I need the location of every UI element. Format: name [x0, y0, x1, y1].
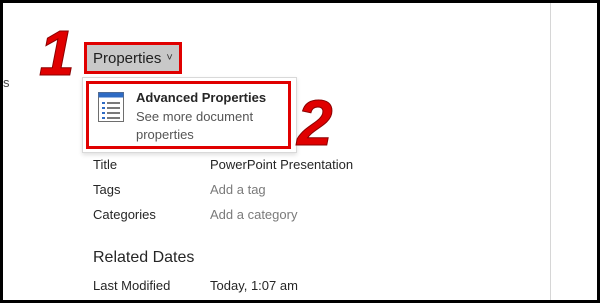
- screenshot-frame: s 1 Properties ˅ Advanced Properties See…: [0, 0, 600, 303]
- property-label-tags: Tags: [93, 182, 121, 197]
- step-1-annotation: 1: [39, 17, 76, 89]
- advanced-properties-title: Advanced Properties: [136, 90, 267, 105]
- panel-divider: [550, 3, 551, 300]
- related-dates-heading: Related Dates: [93, 249, 195, 266]
- step-2-annotation: 2: [297, 87, 334, 159]
- date-value-last-modified: Today, 1:07 am: [210, 278, 298, 293]
- chevron-down-icon: ˅: [166, 52, 173, 64]
- property-value-categories[interactable]: Add a category: [210, 207, 297, 222]
- document-properties-icon: [98, 92, 124, 122]
- properties-dropdown-button[interactable]: Properties ˅: [84, 42, 182, 74]
- properties-button-label: Properties: [93, 49, 162, 67]
- advanced-properties-menu-item[interactable]: Advanced Properties See more document pr…: [86, 81, 291, 149]
- property-label-categories: Categories: [93, 207, 156, 222]
- clipped-edge-text: s: [3, 75, 9, 90]
- property-value-tags[interactable]: Add a tag: [210, 182, 266, 197]
- properties-dropdown-menu: Advanced Properties See more document pr…: [82, 77, 297, 153]
- date-label-last-modified: Last Modified: [93, 278, 171, 293]
- advanced-properties-description: See more document properties: [136, 109, 254, 142]
- property-label-title: Title: [93, 157, 118, 172]
- property-value-title[interactable]: PowerPoint Presentation: [210, 157, 353, 172]
